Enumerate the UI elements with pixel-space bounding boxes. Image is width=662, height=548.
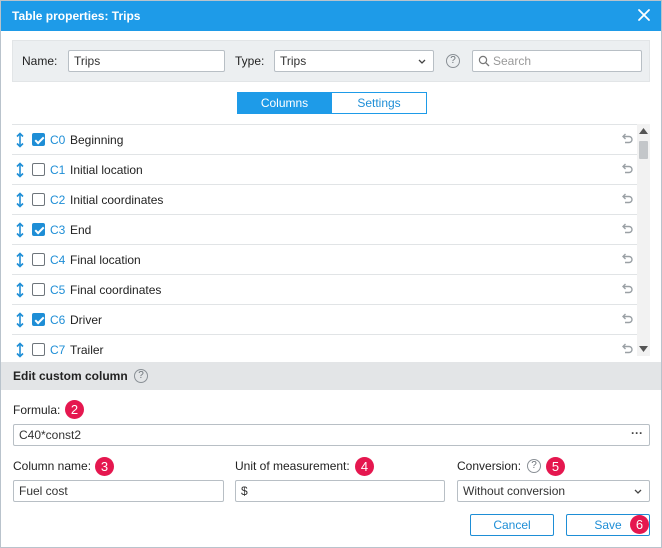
help-icon[interactable]: ?: [446, 54, 460, 68]
column-checkbox[interactable]: [32, 223, 45, 236]
unit-label: Unit of measurement:: [235, 459, 350, 473]
callout-badge-6: 6: [630, 515, 649, 534]
search-placeholder: Search: [493, 54, 532, 68]
undo-icon[interactable]: [620, 253, 633, 265]
drag-handle-icon[interactable]: [15, 222, 25, 238]
column-name: End: [70, 223, 92, 237]
help-icon[interactable]: ?: [134, 369, 148, 383]
dialog-title: Table properties: Trips: [12, 9, 141, 23]
callout-badge-4: 4: [355, 457, 374, 476]
column-name: Final location: [70, 253, 141, 267]
undo-icon[interactable]: [620, 223, 633, 235]
list-item[interactable]: C2 Initial coordinates: [12, 185, 637, 215]
undo-icon[interactable]: [620, 343, 633, 355]
column-checkbox[interactable]: [32, 313, 45, 326]
column-name-label: Column name:: [13, 459, 92, 473]
formula-input[interactable]: C40*const2 ···: [13, 424, 650, 446]
undo-icon[interactable]: [620, 283, 633, 295]
chevron-down-icon: [418, 59, 426, 64]
column-code: C1: [50, 163, 66, 177]
column-checkbox[interactable]: [32, 163, 45, 176]
type-select[interactable]: Trips: [274, 50, 434, 72]
name-input[interactable]: Trips: [68, 50, 225, 72]
callout-badge-3: 3: [95, 457, 114, 476]
column-name-input[interactable]: Fuel cost: [13, 480, 224, 502]
tab-columns[interactable]: Columns: [237, 92, 332, 114]
search-input[interactable]: Search: [472, 50, 642, 72]
drag-handle-icon[interactable]: [15, 252, 25, 268]
type-label: Type:: [235, 54, 265, 68]
list-item[interactable]: C1 Initial location: [12, 155, 637, 185]
column-code: C4: [50, 253, 66, 267]
filter-bar: Name: Trips Type: Trips ? Search: [12, 40, 650, 82]
undo-icon[interactable]: [620, 313, 633, 325]
column-name: Beginning: [70, 133, 124, 147]
column-name-value: Fuel cost: [19, 484, 68, 498]
unit-input[interactable]: $: [235, 480, 445, 502]
undo-icon[interactable]: [620, 133, 633, 145]
tab-settings[interactable]: Settings: [332, 92, 427, 114]
column-code: C5: [50, 283, 66, 297]
scroll-up-icon[interactable]: [639, 128, 648, 134]
name-input-value: Trips: [74, 54, 101, 68]
column-name: Trailer: [70, 343, 104, 357]
columns-list: C0 Beginning C1 Initial location C2 Initial c…: [12, 124, 637, 361]
column-checkbox[interactable]: [32, 133, 45, 146]
formula-value: C40*const2: [19, 428, 82, 442]
column-checkbox[interactable]: [32, 343, 45, 356]
column-checkbox[interactable]: [32, 193, 45, 206]
name-label: Name:: [22, 54, 58, 68]
column-name: Initial location: [70, 163, 143, 177]
column-checkbox[interactable]: [32, 253, 45, 266]
conversion-value: Without conversion: [463, 484, 566, 498]
more-options-icon[interactable]: ···: [631, 426, 643, 440]
conversion-label: Conversion:: [457, 459, 522, 473]
column-checkbox[interactable]: [32, 283, 45, 296]
drag-handle-icon[interactable]: [15, 162, 25, 178]
close-icon[interactable]: [637, 8, 651, 22]
list-item[interactable]: C4 Final location: [12, 245, 637, 275]
column-name: Driver: [70, 313, 102, 327]
help-icon[interactable]: ?: [527, 459, 541, 473]
scroll-down-icon[interactable]: [639, 346, 648, 352]
column-code: C0: [50, 133, 66, 147]
list-item[interactable]: C7 Trailer: [12, 335, 637, 361]
drag-handle-icon[interactable]: [15, 342, 25, 358]
edit-section-title: Edit custom column: [13, 369, 128, 383]
tab-bar: Columns Settings: [237, 92, 427, 114]
drag-handle-icon[interactable]: [15, 282, 25, 298]
column-code: C6: [50, 313, 66, 327]
cancel-button[interactable]: Cancel: [470, 514, 554, 536]
search-icon: [478, 55, 490, 67]
type-select-value: Trips: [280, 54, 307, 68]
callout-badge-5: 5: [546, 457, 565, 476]
edit-section-header: Edit custom column ?: [1, 362, 661, 390]
scrollbar-thumb[interactable]: [639, 141, 648, 159]
table-properties-dialog: Table properties: Trips Name: Trips Type…: [0, 0, 662, 548]
list-item[interactable]: C3 End: [12, 215, 637, 245]
column-code: C3: [50, 223, 66, 237]
list-item[interactable]: C0 Beginning: [12, 125, 637, 155]
undo-icon[interactable]: [620, 193, 633, 205]
title-bar: Table properties: Trips: [1, 1, 661, 31]
column-code: C7: [50, 343, 66, 357]
list-item[interactable]: C6 Driver: [12, 305, 637, 335]
undo-icon[interactable]: [620, 163, 633, 175]
scrollbar[interactable]: [637, 124, 650, 356]
column-code: C2: [50, 193, 66, 207]
column-name: Initial coordinates: [70, 193, 164, 207]
formula-label: Formula:: [13, 403, 61, 417]
drag-handle-icon[interactable]: [15, 132, 25, 148]
chevron-down-icon: [634, 489, 642, 494]
column-name: Final coordinates: [70, 283, 162, 297]
unit-value: $: [241, 484, 248, 498]
conversion-select[interactable]: Without conversion: [457, 480, 650, 502]
drag-handle-icon[interactable]: [15, 312, 25, 328]
list-item[interactable]: C5 Final coordinates: [12, 275, 637, 305]
drag-handle-icon[interactable]: [15, 192, 25, 208]
callout-badge-2: 2: [65, 400, 84, 419]
